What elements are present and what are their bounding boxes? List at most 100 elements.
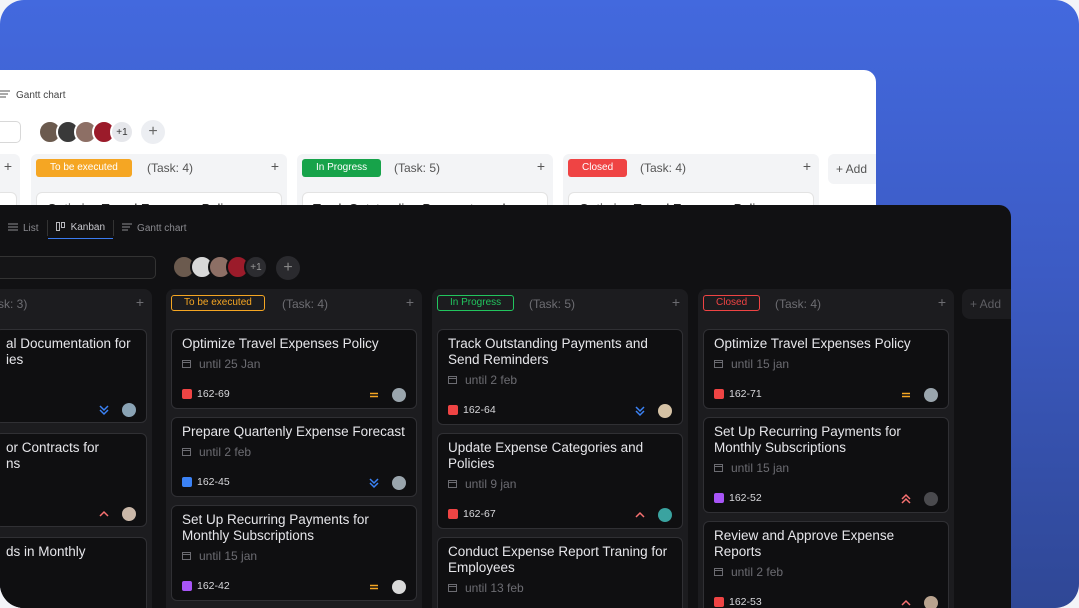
calendar-icon bbox=[182, 549, 191, 563]
kanban-icon bbox=[55, 221, 66, 234]
light-tab-gantt[interactable]: Gantt chart bbox=[16, 90, 65, 101]
card-title: Optimize Travel Expenses Policy bbox=[714, 336, 911, 351]
card-title: Optimize Travel Expenses Policy bbox=[182, 336, 379, 351]
column-add-icon[interactable]: + bbox=[406, 294, 414, 310]
status-badge: To be executed bbox=[171, 295, 265, 311]
more-members-badge[interactable]: +1 bbox=[244, 255, 268, 279]
assignee-avatar[interactable] bbox=[122, 403, 136, 417]
card-title: al Documentation for ies bbox=[6, 336, 131, 367]
dark-view-tabs: List Kanban Gantt chart bbox=[0, 217, 195, 239]
light-member-avatars[interactable]: +1 bbox=[38, 120, 134, 144]
assignee-avatar[interactable] bbox=[392, 580, 406, 594]
column-in-progress: In Progress (Task: 5) + Track Outstandin… bbox=[432, 289, 688, 608]
task-count: sk: 3) bbox=[0, 297, 28, 311]
tab-list-label: List bbox=[23, 222, 39, 234]
card-title: Set Up Recurring Payments for Monthly Su… bbox=[182, 512, 369, 543]
assignee-avatar[interactable] bbox=[924, 596, 938, 608]
card-due-date: until 2 feb bbox=[448, 373, 517, 387]
assignee-avatar[interactable] bbox=[924, 388, 938, 402]
task-card[interactable]: Prepare Quartenly Expense Forecast until… bbox=[171, 417, 417, 497]
card-title: Set Up Recurring Payments for Monthly Su… bbox=[714, 424, 901, 455]
add-column-button[interactable]: + Add bbox=[962, 289, 1011, 319]
status-badge: To be executed bbox=[36, 159, 132, 177]
task-card[interactable]: Optimize Travel Expenses Policy until 15… bbox=[703, 329, 949, 409]
assignee-avatar[interactable] bbox=[392, 388, 406, 402]
assignee-avatar[interactable] bbox=[924, 492, 938, 506]
priority-high-icon bbox=[99, 510, 109, 517]
task-card[interactable]: Set Up Recurring Payments for Monthly Su… bbox=[171, 505, 417, 601]
task-card[interactable]: Optimize Travel Expenses Policy until 25… bbox=[171, 329, 417, 409]
tag-square bbox=[448, 405, 458, 415]
due-date-text: until 2 feb bbox=[199, 445, 252, 459]
tab-kanban-label: Kanban bbox=[70, 222, 106, 233]
due-date-text: until 15 jan bbox=[199, 549, 258, 563]
card-title: Review and Approve Expense Reports bbox=[714, 528, 895, 559]
calendar-icon bbox=[448, 373, 457, 387]
task-card[interactable]: Track Outstanding Payments and Send Remi… bbox=[437, 329, 683, 425]
card-id-text: 162-64 bbox=[463, 404, 496, 416]
assignee-avatar[interactable] bbox=[658, 404, 672, 418]
task-card[interactable]: or Contracts for ns bbox=[0, 433, 147, 527]
due-date-text: until 15 jan bbox=[731, 461, 790, 475]
card-id-text: 162-69 bbox=[197, 388, 230, 400]
task-card[interactable]: Review and Approve Expense Reports until… bbox=[703, 521, 949, 608]
status-badge: In Progress bbox=[437, 295, 515, 311]
due-date-text: until 13 feb bbox=[465, 581, 524, 595]
priority-low-icon bbox=[99, 405, 109, 416]
tab-kanban[interactable]: Kanban bbox=[47, 217, 114, 239]
gantt-lines-icon bbox=[0, 90, 10, 101]
tag-square bbox=[182, 477, 192, 487]
tab-list[interactable]: List bbox=[0, 217, 47, 239]
card-id-text: 162-53 bbox=[729, 596, 762, 608]
more-members-badge[interactable]: +1 bbox=[110, 120, 134, 144]
priority-high-icon bbox=[635, 511, 645, 518]
priority-medium-icon bbox=[370, 584, 378, 590]
column-add-icon[interactable]: + bbox=[4, 158, 12, 174]
dark-kanban-window: List Kanban Gantt chart +1 + sk: 3) + al… bbox=[0, 205, 1011, 608]
add-member-button[interactable]: + bbox=[276, 256, 300, 280]
card-id: 162-42 bbox=[182, 580, 230, 592]
task-count: (Task: 4) bbox=[640, 161, 687, 175]
task-card[interactable]: Update Expense Categories and Policies u… bbox=[437, 433, 683, 529]
task-card[interactable]: Set Up Recurring Payments for Monthly Su… bbox=[703, 417, 949, 513]
priority-medium-icon bbox=[902, 392, 910, 398]
priority-medium-icon bbox=[370, 392, 378, 398]
tag-square bbox=[714, 389, 724, 399]
column-add-icon[interactable]: + bbox=[537, 158, 545, 174]
card-title: ds in Monthly bbox=[6, 544, 86, 559]
assignee-avatar[interactable] bbox=[122, 507, 136, 521]
card-id-text: 162-42 bbox=[197, 580, 230, 592]
tab-gantt-label: Gantt chart bbox=[137, 222, 187, 234]
column-add-icon[interactable]: + bbox=[672, 294, 680, 310]
card-id-text: 162-45 bbox=[197, 476, 230, 488]
assignee-avatar[interactable] bbox=[392, 476, 406, 490]
tab-gantt[interactable]: Gantt chart bbox=[114, 217, 194, 239]
card-due-date: until 2 feb bbox=[714, 565, 783, 579]
task-card[interactable]: Conduct Expense Report Traning for Emplo… bbox=[437, 537, 683, 608]
light-search-input[interactable] bbox=[0, 121, 21, 143]
search-input[interactable] bbox=[0, 256, 156, 279]
light-view-tabs: Gantt chart bbox=[0, 85, 65, 105]
column-partial: sk: 3) + al Documentation for ies or Con… bbox=[0, 289, 152, 608]
column-add-icon[interactable]: + bbox=[803, 158, 811, 174]
card-title: or Contracts for ns bbox=[6, 440, 100, 471]
tag-square bbox=[714, 493, 724, 503]
light-add-member-button[interactable]: + bbox=[141, 120, 165, 144]
column-add-icon[interactable]: + bbox=[136, 294, 144, 310]
task-count: (Task: 5) bbox=[394, 161, 441, 175]
column-add-icon[interactable]: + bbox=[938, 294, 946, 310]
priority-urgent-icon bbox=[901, 493, 911, 504]
card-id-text: 162-67 bbox=[463, 508, 496, 520]
status-badge: Closed bbox=[568, 159, 628, 177]
priority-high-icon bbox=[901, 599, 911, 606]
assignee-avatar[interactable] bbox=[658, 508, 672, 522]
column-add-icon[interactable]: + bbox=[271, 158, 279, 174]
column-to-be-executed: To be executed (Task: 4) + Optimize Trav… bbox=[166, 289, 422, 608]
member-avatars[interactable]: +1 bbox=[172, 255, 268, 279]
status-badge: Closed bbox=[703, 295, 761, 311]
task-card[interactable]: ds in Monthly bbox=[0, 537, 147, 608]
due-date-text: until 25 Jan bbox=[199, 357, 261, 371]
task-card[interactable]: al Documentation for ies bbox=[0, 329, 147, 423]
light-add-column-button[interactable]: + Add bbox=[828, 154, 876, 184]
card-id: 162-67 bbox=[448, 508, 496, 520]
